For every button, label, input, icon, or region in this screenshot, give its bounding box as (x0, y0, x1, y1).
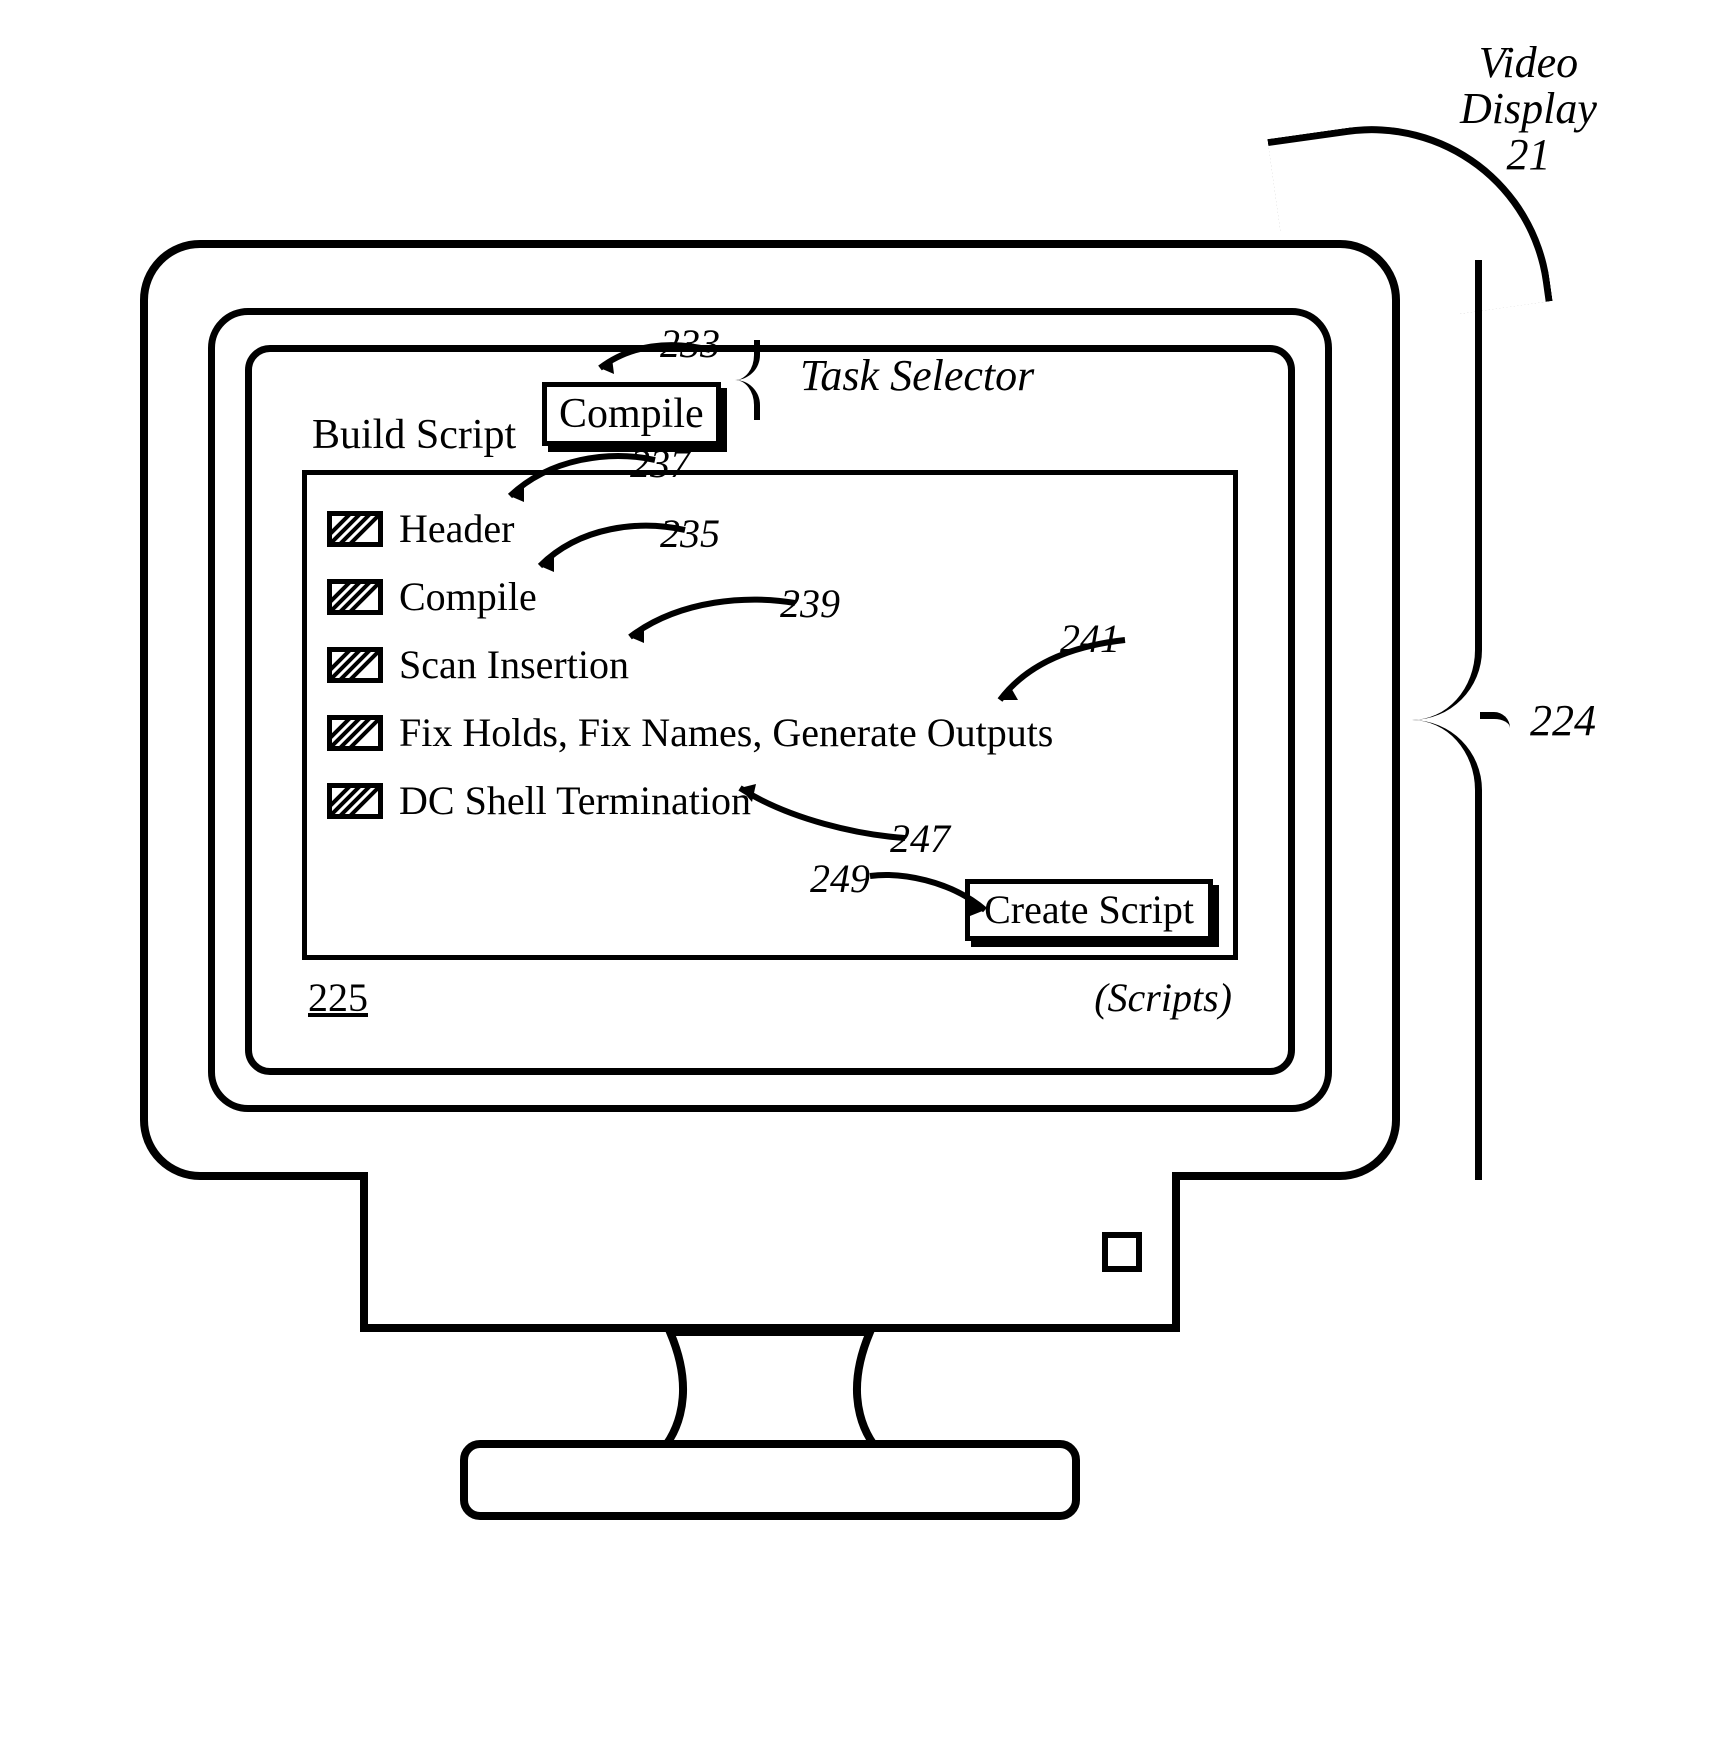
callout-247: 247 (890, 815, 950, 862)
footer-scripts-label: (Scripts) (1094, 976, 1232, 1020)
monitor-bezel-inner: Build Script Compile Header Comp (208, 308, 1332, 1112)
hatch-box-icon (327, 715, 383, 751)
create-script-button[interactable]: Create Script (965, 879, 1213, 941)
list-item-label: DC Shell Termination (399, 779, 751, 823)
callout-235: 235 (660, 510, 720, 557)
build-script-label: Build Script (312, 412, 516, 458)
hatch-box-icon (327, 783, 383, 819)
callout-239: 239 (780, 580, 840, 627)
monitor-base (360, 1172, 1180, 1332)
compile-button[interactable]: Compile (542, 382, 721, 446)
power-button-icon (1102, 1232, 1142, 1272)
list-item[interactable]: Header (327, 495, 1213, 563)
callout-video-display-text: Video Display 21 (1460, 38, 1597, 179)
leader-247 (740, 780, 910, 850)
script-items-panel: Header Compile Scan Insertion (302, 470, 1238, 960)
callout-233: 233 (660, 320, 720, 367)
brace-224-upper (1412, 260, 1482, 720)
hatch-box-icon (327, 511, 383, 547)
list-item-label: Compile (399, 575, 537, 619)
hatch-box-icon (327, 579, 383, 615)
brace-224-lower (1412, 720, 1482, 1180)
callout-237: 237 (630, 440, 690, 487)
footer-ref-225: 225 (308, 976, 368, 1020)
screen-footer: 225 (Scripts) (302, 970, 1238, 1030)
hatch-box-icon (327, 647, 383, 683)
list-item-label: Fix Holds, Fix Names, Generate Outputs (399, 711, 1053, 755)
monitor-bezel-outer: Build Script Compile Header Comp (140, 240, 1400, 1180)
leader-239 (630, 595, 800, 650)
callout-249: 249 (810, 855, 870, 902)
list-item-label: Header (399, 507, 514, 551)
brace-224-tip (1480, 712, 1510, 728)
monitor-stand-neck (660, 1332, 880, 1452)
callout-task-selector: Task Selector (800, 350, 1034, 401)
leader-249 (870, 870, 990, 920)
callout-video-display: Video Display 21 (1460, 40, 1597, 179)
monitor-foot (460, 1440, 1080, 1520)
list-item-label: Scan Insertion (399, 643, 629, 687)
callout-224: 224 (1530, 695, 1596, 746)
diagram-stage: Video Display 21 Build Script Compile He… (40, 40, 1676, 1704)
screen: Build Script Compile Header Comp (245, 345, 1295, 1075)
callout-241: 241 (1060, 615, 1120, 662)
title-row: Build Script Compile (302, 382, 1238, 462)
